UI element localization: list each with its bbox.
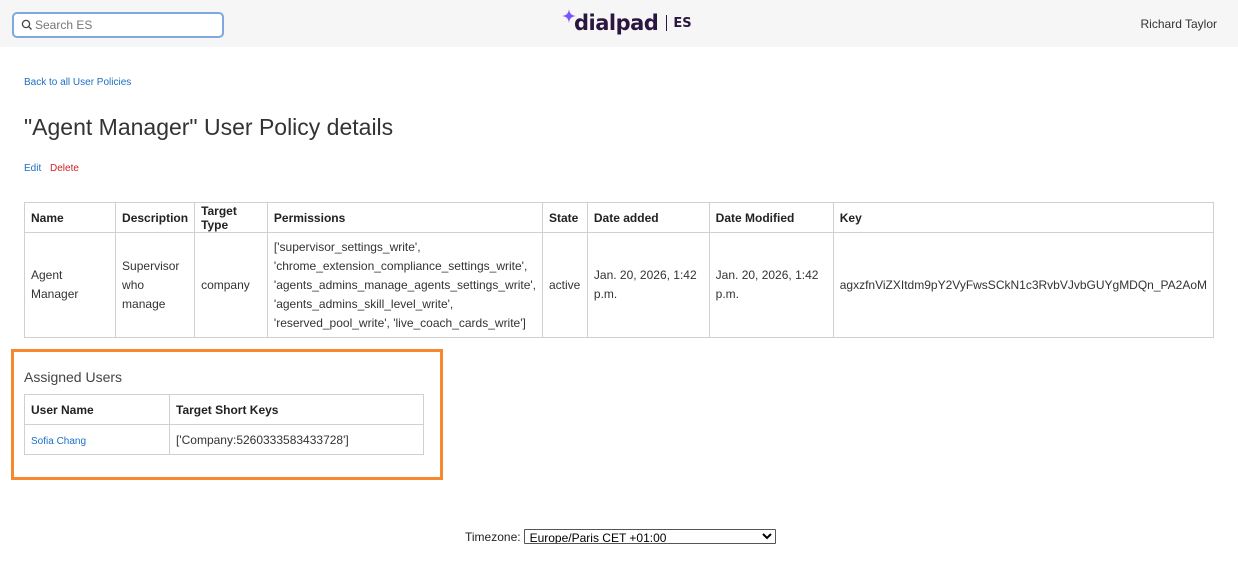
timezone-label: Timezone:: [465, 529, 521, 544]
edit-link[interactable]: Edit: [24, 163, 41, 174]
table-row: Sofia Chang ['Company:5260333583433728']: [24, 424, 424, 455]
description-line: who: [122, 277, 145, 292]
cell-description: Supervisor who manage: [115, 232, 196, 338]
permissions-line: 'agents_admins_skill_level_write',: [273, 296, 454, 311]
back-link[interactable]: Back to all User Policies: [24, 77, 131, 88]
col-header-name: Name: [23, 202, 117, 233]
cell-key: agxzfnViZXItdm9pY2VyFwsSCkN1c3RvbVJvbGUY…: [832, 232, 1215, 338]
col-header-target-type: Target Type: [194, 202, 268, 233]
cell-name: Agent Manager: [23, 232, 117, 338]
cell-user-name: Sofia Chang: [24, 424, 170, 455]
search-icon: [21, 19, 32, 30]
cell-date-modified: Jan. 20, 2026, 1:42 p.m.: [708, 232, 834, 338]
permissions-line: 'chrome_extension_compliance_settings_wr…: [273, 258, 528, 273]
col-header-date-added: Date added: [586, 202, 710, 233]
table-header-row: User Name Target Short Keys: [24, 394, 424, 425]
permissions-line: 'reserved_pool_write', 'live_coach_cards…: [273, 315, 526, 330]
cell-target-type: company: [194, 232, 268, 338]
logo-suffix: ES: [673, 15, 692, 31]
permissions-line: 'agents_admins_manage_agents_settings_wr…: [273, 277, 536, 292]
col-header-state: State: [542, 202, 588, 233]
cell-permissions: ['supervisor_settings_write', 'chrome_ex…: [266, 232, 544, 338]
col-header-date-modified: Date Modified: [708, 202, 834, 233]
top-bar: dialpad ES Richard Taylor: [0, 0, 1238, 47]
user-link[interactable]: Sofia Chang: [31, 436, 86, 447]
sparkle-icon: [562, 9, 576, 23]
cell-target-short-keys: ['Company:5260333583433728']: [169, 424, 424, 455]
col-header-description: Description: [115, 202, 196, 233]
policy-actions: Edit Delete: [24, 163, 79, 174]
assigned-users-title: Assigned Users: [24, 369, 123, 385]
delete-link[interactable]: Delete: [50, 163, 79, 174]
col-header-user-name: User Name: [24, 394, 170, 425]
page-title: "Agent Manager" User Policy details: [24, 114, 394, 140]
col-header-target-short-keys: Target Short Keys: [169, 394, 424, 425]
table-header-row: Name Description Target Type Permissions…: [23, 202, 1215, 233]
table-row: Agent Manager Supervisor who manage comp…: [23, 232, 1215, 338]
logo-wordmark: dialpad: [574, 11, 659, 35]
search-box[interactable]: [12, 12, 224, 38]
logo-divider: [666, 15, 668, 31]
cell-state: active: [542, 232, 588, 338]
timezone-selector: Timezone: Europe/Paris CET +01:00: [465, 529, 776, 544]
description-line: Supervisor: [122, 258, 180, 273]
description-line: manage: [122, 296, 166, 311]
col-header-permissions: Permissions: [266, 202, 544, 233]
search-input[interactable]: [35, 15, 215, 35]
policy-table: Name Description Target Type Permissions…: [23, 202, 1215, 338]
cell-date-added: Jan. 20, 2026, 1:42 p.m.: [586, 232, 710, 338]
dialpad-logo[interactable]: dialpad ES: [562, 8, 692, 38]
current-user-name[interactable]: Richard Taylor: [1141, 17, 1217, 31]
col-header-key: Key: [832, 202, 1215, 233]
assigned-users-table: User Name Target Short Keys Sofia Chang …: [24, 394, 424, 455]
timezone-select[interactable]: Europe/Paris CET +01:00: [523, 529, 776, 544]
permissions-line: ['supervisor_settings_write',: [273, 239, 421, 254]
